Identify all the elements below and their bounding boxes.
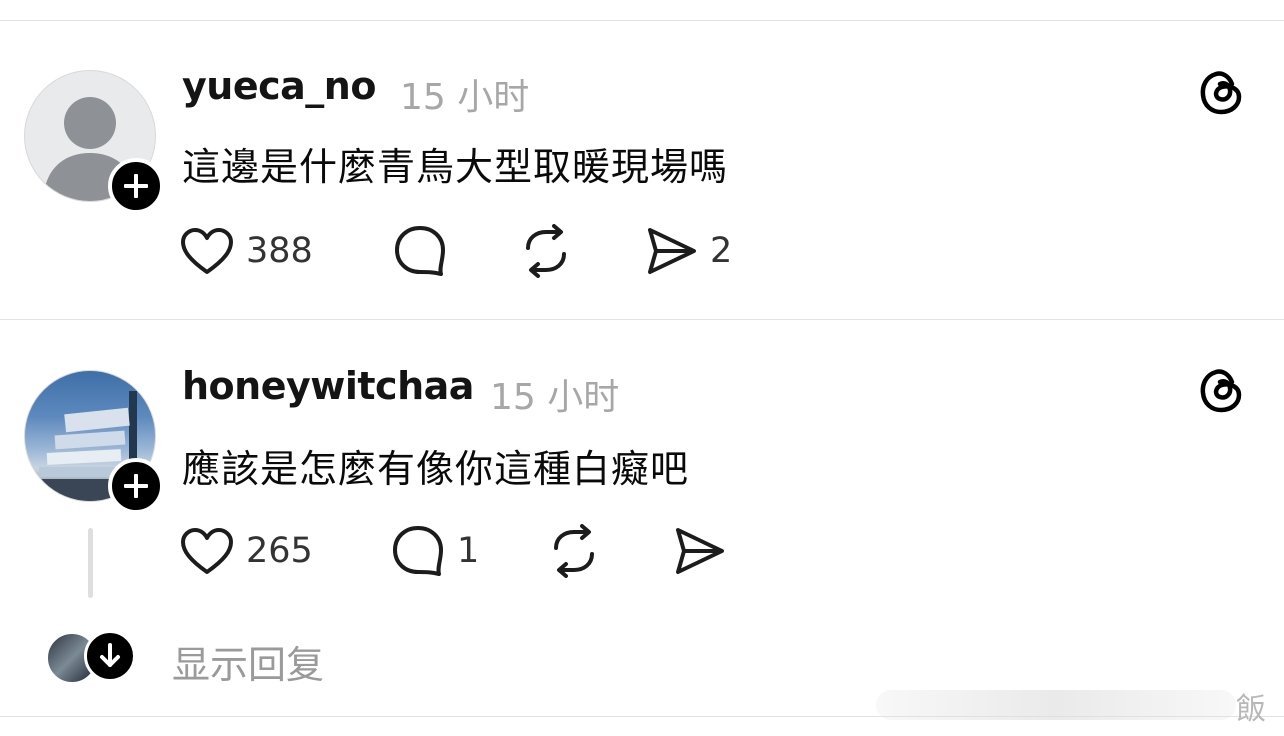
- plus-icon: [124, 474, 148, 498]
- share-button[interactable]: 2: [646, 226, 732, 276]
- repost-button[interactable]: [520, 224, 572, 278]
- repost-icon: [526, 224, 566, 278]
- thread-connector-line: [88, 528, 93, 598]
- timestamp: 15 小时: [490, 377, 620, 418]
- username[interactable]: honeywitchaa: [182, 364, 474, 408]
- threads-logo-icon[interactable]: [1196, 66, 1246, 116]
- watermark-bar: [876, 690, 1236, 720]
- like-button[interactable]: 388: [180, 226, 313, 276]
- follow-plus-button[interactable]: [108, 458, 164, 514]
- send-icon: [676, 528, 724, 574]
- post-text: 這邊是什麼青鳥大型取暖現場嗎: [182, 145, 729, 189]
- avatar-container[interactable]: [24, 370, 164, 514]
- reply-button[interactable]: 1: [391, 524, 479, 578]
- reply-count: 1: [457, 531, 480, 571]
- share-button[interactable]: [674, 526, 726, 576]
- post-divider: [0, 319, 1284, 320]
- share-count: 2: [710, 231, 733, 271]
- like-count: 388: [246, 231, 313, 271]
- repost-button[interactable]: [548, 524, 600, 578]
- comment-icon: [395, 226, 445, 276]
- reply-button[interactable]: [393, 224, 459, 278]
- arrow-down-icon: [100, 643, 120, 667]
- timestamp: 15 小时: [400, 77, 530, 118]
- like-button[interactable]: 265: [180, 526, 313, 576]
- show-replies-link[interactable]: 显示回复: [172, 634, 324, 689]
- like-count: 265: [246, 531, 313, 571]
- heart-icon: [181, 528, 233, 574]
- threads-logo-icon[interactable]: [1196, 364, 1246, 414]
- username[interactable]: yueca_no: [182, 64, 376, 108]
- post-text: 應該是怎麼有像你這種白癡吧: [182, 447, 690, 491]
- heart-icon: [181, 228, 233, 274]
- comment-icon: [393, 526, 443, 576]
- top-divider: [0, 20, 1284, 21]
- avatar-container[interactable]: [24, 70, 164, 214]
- follow-plus-button[interactable]: [108, 158, 164, 214]
- watermark-text: 飯: [1236, 692, 1266, 727]
- repost-icon: [554, 524, 594, 578]
- expand-replies-button[interactable]: [84, 630, 136, 682]
- send-icon: [648, 228, 696, 274]
- plus-icon: [124, 174, 148, 198]
